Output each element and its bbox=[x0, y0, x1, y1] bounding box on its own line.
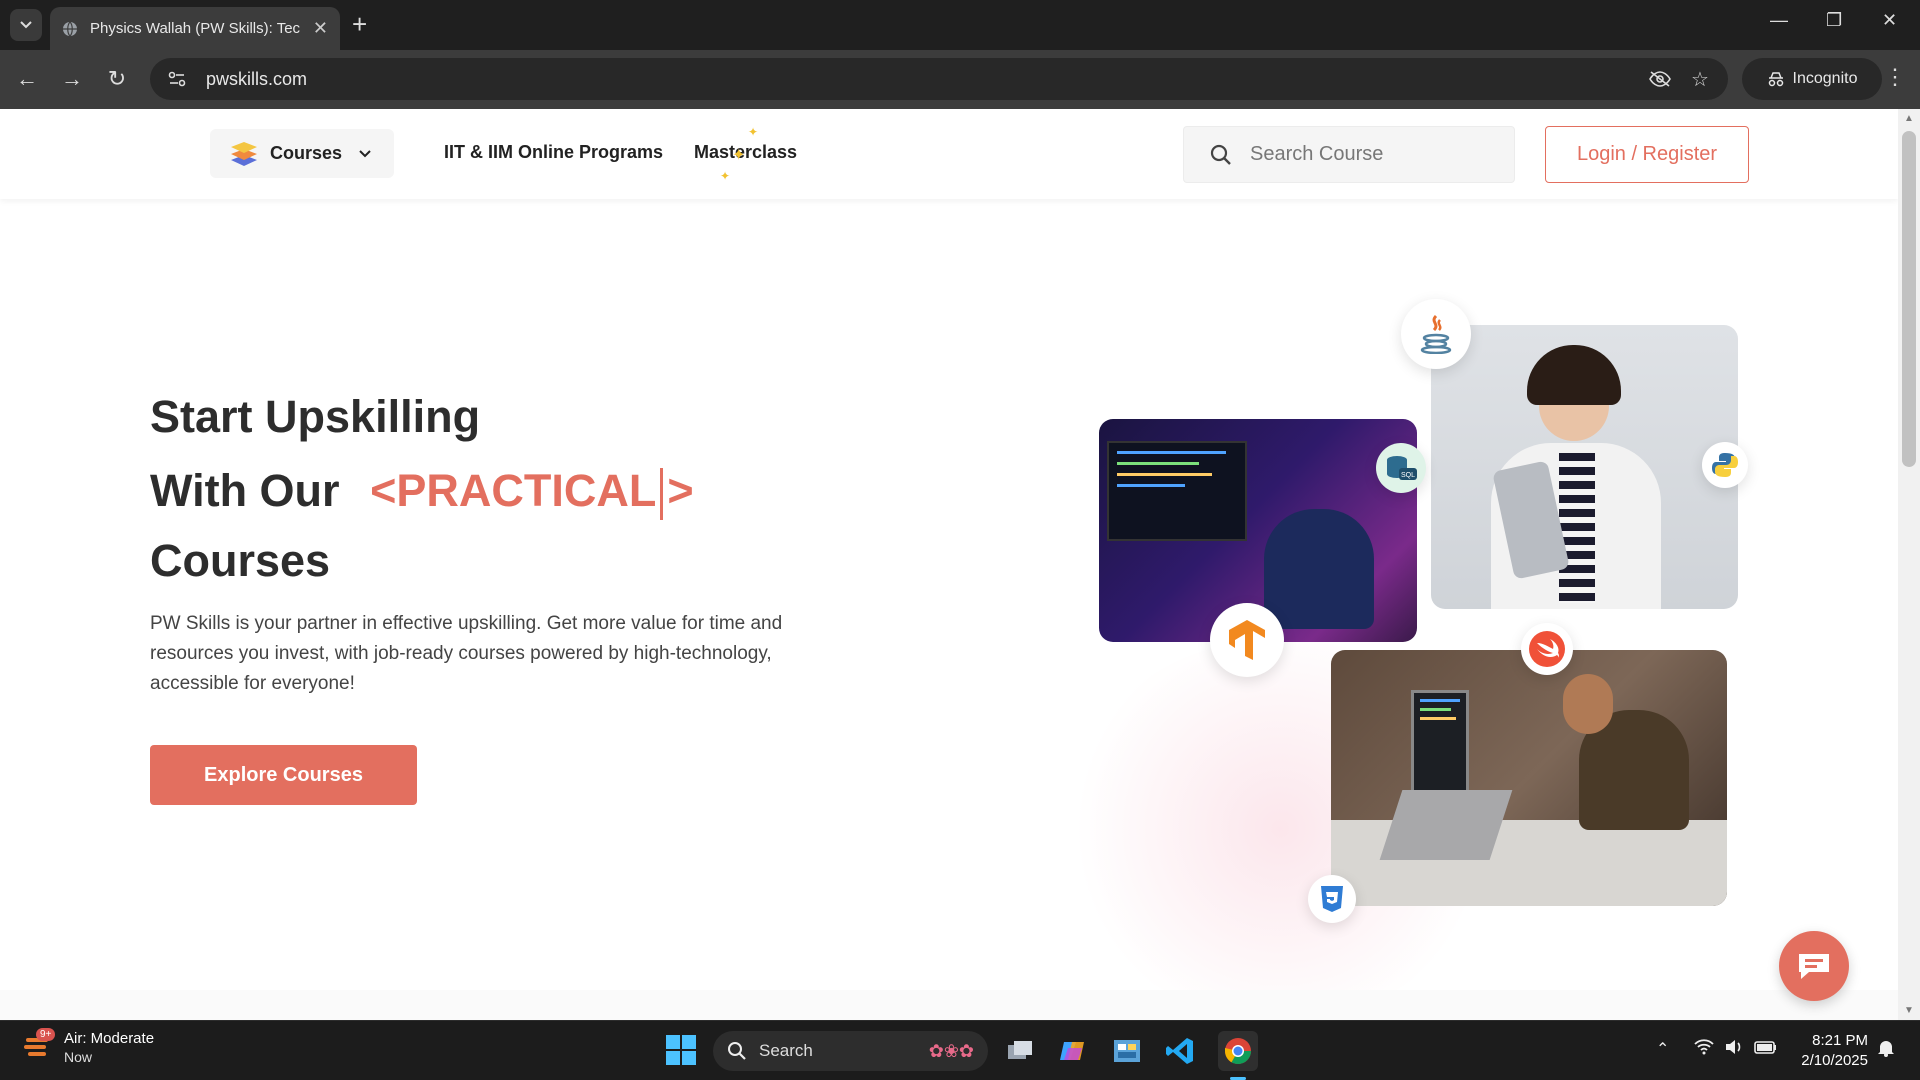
scroll-up-arrow-icon[interactable]: ▲ bbox=[1904, 113, 1914, 124]
flowers-icon: ✿❀✿ bbox=[928, 1040, 974, 1061]
volume-icon[interactable] bbox=[1724, 1039, 1744, 1060]
close-tab-icon[interactable]: ✕ bbox=[313, 18, 328, 39]
site-info-icon[interactable] bbox=[162, 64, 192, 94]
typing-cursor bbox=[660, 468, 664, 521]
incognito-indicator[interactable]: Incognito bbox=[1742, 58, 1882, 100]
smiling-woman-image bbox=[1431, 325, 1738, 609]
login-register-button[interactable]: Login / Register bbox=[1545, 126, 1749, 183]
chevron-down-icon bbox=[359, 149, 371, 157]
incognito-icon bbox=[1768, 72, 1783, 87]
taskbar-search-label: Search bbox=[759, 1041, 813, 1060]
forward-icon[interactable]: → bbox=[57, 64, 87, 94]
tensorflow-icon bbox=[1210, 603, 1284, 677]
site-header: Courses IIT & IIM Online Programs Master… bbox=[0, 109, 1898, 199]
browser-tab-bar: Physics Wallah (PW Skills): Tech ✕ + — ❐… bbox=[0, 0, 1920, 50]
striped-shirt-shape bbox=[1559, 453, 1595, 603]
courses-dropdown[interactable]: Courses bbox=[210, 129, 394, 178]
next-section-edge bbox=[0, 990, 1898, 1020]
search-course-box[interactable] bbox=[1183, 126, 1515, 183]
chat-support-button[interactable] bbox=[1779, 931, 1849, 1001]
scroll-down-arrow-icon[interactable]: ▼ bbox=[1904, 1005, 1914, 1016]
hero-line-3: Courses bbox=[150, 535, 331, 586]
page-scrollbar[interactable]: ▲ ▼ bbox=[1898, 109, 1920, 1020]
hero-description: PW Skills is your partner in effective u… bbox=[150, 613, 783, 694]
swift-icon bbox=[1521, 623, 1573, 675]
incognito-label: Incognito bbox=[1792, 70, 1858, 87]
nav-iit-iim-programs[interactable]: IIT & IIM Online Programs bbox=[444, 142, 663, 163]
globe-icon bbox=[63, 21, 77, 36]
battery-icon[interactable] bbox=[1754, 1039, 1778, 1060]
search-icon bbox=[1210, 144, 1231, 165]
svg-text:SQL: SQL bbox=[1401, 472, 1415, 479]
browser-toolbar: ← → ↻ pwskills.com ☆ Incognito ⋮ bbox=[0, 50, 1920, 109]
hero-line-2: With Our <PRACTICAL > bbox=[150, 465, 694, 521]
tab-title: Physics Wallah (PW Skills): Tech bbox=[90, 20, 300, 37]
sparkle-icon: ✦ bbox=[732, 147, 746, 164]
notification-badge: 9+ bbox=[36, 1028, 56, 1041]
copilot-icon[interactable] bbox=[1053, 1031, 1093, 1071]
person-silhouette bbox=[1264, 509, 1374, 629]
scrollbar-thumb[interactable] bbox=[1902, 131, 1916, 467]
tab-search-button[interactable] bbox=[10, 9, 42, 41]
courses-label: Courses bbox=[270, 143, 343, 163]
clock-time: 8:21 PM bbox=[1812, 1032, 1868, 1049]
address-bar[interactable]: pwskills.com ☆ bbox=[150, 58, 1728, 100]
monitor-shape bbox=[1107, 441, 1247, 541]
explore-courses-button[interactable]: Explore Courses bbox=[150, 745, 417, 805]
clock-date: 2/10/2025 bbox=[1801, 1052, 1868, 1069]
active-tab[interactable]: Physics Wallah (PW Skills): Tech ✕ bbox=[50, 7, 340, 50]
nav-masterclass[interactable]: Masterclass bbox=[694, 142, 797, 163]
eye-off-icon[interactable] bbox=[1648, 67, 1672, 91]
css3-icon bbox=[1308, 875, 1356, 923]
task-view-icon[interactable] bbox=[1000, 1031, 1040, 1071]
chrome-icon[interactable] bbox=[1218, 1031, 1258, 1071]
weather-title: Air: Moderate bbox=[64, 1030, 155, 1047]
monitor-shape bbox=[1411, 690, 1469, 802]
vscode-icon[interactable] bbox=[1160, 1031, 1200, 1071]
weather-widget[interactable]: 9+ Air: Moderate Now bbox=[22, 1028, 155, 1067]
hero-typed-close: > bbox=[667, 465, 694, 516]
hair-shape bbox=[1527, 345, 1621, 405]
notification-bell-icon[interactable] bbox=[1876, 1039, 1896, 1062]
sql-icon: SQL bbox=[1376, 443, 1426, 493]
hero-line-2-prefix: With Our bbox=[150, 465, 340, 516]
web-page: Courses IIT & IIM Online Programs Master… bbox=[0, 109, 1898, 1020]
java-icon bbox=[1401, 299, 1471, 369]
sparkle-icon: ✦ bbox=[720, 169, 731, 183]
hero-line-1: Start Upskilling bbox=[150, 391, 481, 442]
close-window-icon[interactable]: ✕ bbox=[1882, 10, 1897, 31]
windows-start-button[interactable] bbox=[666, 1035, 696, 1070]
show-hidden-icons-chevron-icon[interactable]: ⌃ bbox=[1656, 1039, 1669, 1059]
hero-typed-word: <PRACTICAL bbox=[370, 465, 657, 516]
system-clock[interactable]: 8:21 PM 2/10/2025 bbox=[1790, 1031, 1868, 1071]
restore-icon[interactable]: ❐ bbox=[1826, 10, 1842, 31]
store-icon[interactable] bbox=[1107, 1031, 1147, 1071]
taskbar-search[interactable]: Search ✿❀✿ bbox=[713, 1031, 988, 1071]
weather-subtitle: Now bbox=[64, 1049, 93, 1065]
reload-icon[interactable]: ↻ bbox=[102, 64, 132, 94]
browser-menu-icon[interactable]: ⋮ bbox=[1880, 64, 1910, 90]
man-at-computer-image bbox=[1331, 650, 1727, 906]
laptop-shape bbox=[1379, 790, 1513, 860]
python-icon bbox=[1702, 442, 1748, 488]
windows-logo-icon bbox=[666, 1035, 696, 1065]
minimize-icon[interactable]: — bbox=[1770, 10, 1788, 31]
face-shape bbox=[1563, 674, 1613, 734]
sparkle-icon: ✦ bbox=[748, 125, 759, 139]
new-tab-button[interactable]: + bbox=[352, 10, 367, 38]
windows-taskbar: 9+ Air: Moderate Now Search ✿❀✿ ⌃ 8:21 P bbox=[0, 1020, 1920, 1080]
back-icon[interactable]: ← bbox=[12, 64, 42, 94]
chat-icon bbox=[1799, 954, 1829, 979]
search-course-input[interactable] bbox=[1250, 143, 1490, 166]
chevron-down-icon bbox=[20, 21, 32, 29]
search-icon bbox=[728, 1042, 746, 1060]
bookmark-star-icon[interactable]: ☆ bbox=[1688, 67, 1712, 91]
air-quality-icon: 9+ bbox=[22, 1028, 56, 1064]
layers-icon bbox=[231, 141, 257, 166]
wifi-icon[interactable] bbox=[1694, 1039, 1714, 1060]
url-text: pwskills.com bbox=[206, 68, 308, 89]
